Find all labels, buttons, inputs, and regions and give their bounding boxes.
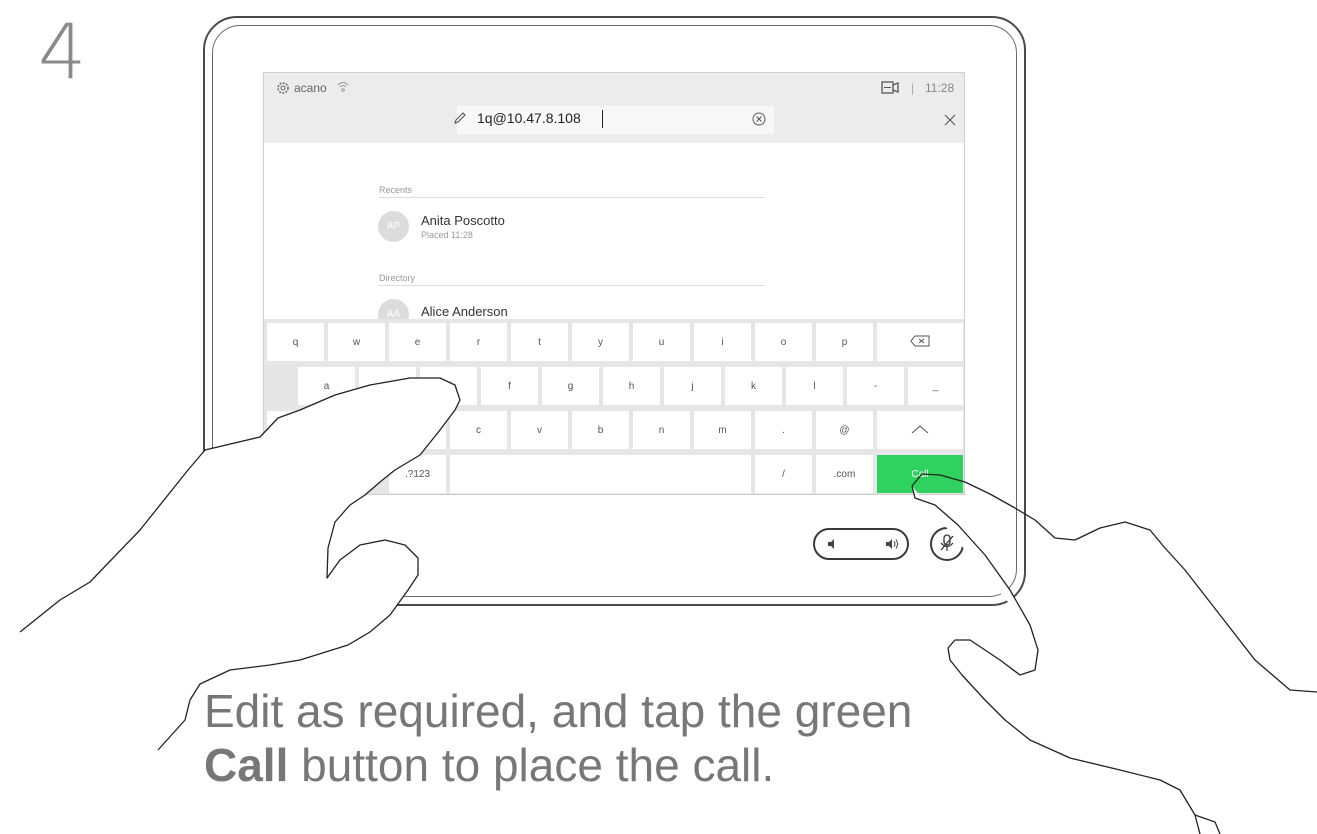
key-r[interactable]: r bbox=[450, 323, 507, 361]
contact-name: Anita Poscotto bbox=[421, 213, 505, 228]
clear-icon[interactable] bbox=[752, 112, 766, 131]
key-t[interactable]: t bbox=[511, 323, 568, 361]
dotcom-key[interactable]: .com bbox=[816, 455, 873, 493]
shift-icon bbox=[911, 424, 929, 437]
backspace-icon bbox=[910, 335, 930, 350]
key-o[interactable]: o bbox=[755, 323, 812, 361]
key-v[interactable]: v bbox=[511, 411, 568, 449]
key-slash[interactable]: / bbox=[755, 455, 812, 493]
key-x[interactable]: x bbox=[389, 411, 446, 449]
key-g[interactable]: g bbox=[542, 367, 599, 405]
volume-control[interactable] bbox=[813, 528, 909, 560]
key-b[interactable]: b bbox=[572, 411, 629, 449]
contact-detail: Placed 11:28 bbox=[421, 230, 473, 240]
results-list: Recents AP Anita Poscotto Placed 11:28 D… bbox=[264, 143, 964, 330]
backspace-key[interactable] bbox=[877, 323, 963, 361]
key-q[interactable]: q bbox=[267, 323, 324, 361]
key-p[interactable]: p bbox=[816, 323, 873, 361]
avatar: AP bbox=[378, 211, 409, 242]
gear-icon[interactable] bbox=[276, 81, 290, 100]
key-a[interactable]: a bbox=[298, 367, 355, 405]
key-m[interactable]: m bbox=[694, 411, 751, 449]
key-at[interactable]: @ bbox=[816, 411, 873, 449]
close-icon[interactable] bbox=[944, 113, 956, 131]
shift-key-left[interactable] bbox=[267, 411, 324, 449]
call-button[interactable]: Call bbox=[877, 455, 963, 493]
directory-label: Directory bbox=[379, 273, 416, 283]
divider bbox=[379, 197, 765, 198]
volume-down-icon[interactable] bbox=[827, 538, 839, 553]
key-dash[interactable]: - bbox=[847, 367, 904, 405]
caption-line-2-rest: button to place the call. bbox=[288, 739, 775, 791]
caption-line-1: Edit as required, and tap the green bbox=[204, 685, 913, 737]
system-name: acano bbox=[294, 81, 327, 95]
numbers-key[interactable]: .?123 bbox=[389, 455, 446, 493]
key-period[interactable]: . bbox=[755, 411, 812, 449]
key-j[interactable]: j bbox=[664, 367, 721, 405]
key-s[interactable]: s bbox=[359, 367, 416, 405]
on-screen-keyboard: q w e r t y u i o p a s d f g h j k l - … bbox=[264, 319, 964, 494]
key-y[interactable]: y bbox=[572, 323, 629, 361]
step-number: 4 bbox=[38, 7, 87, 96]
key-underscore[interactable]: _ bbox=[908, 367, 963, 405]
text-caret bbox=[602, 110, 603, 128]
key-i[interactable]: i bbox=[694, 323, 751, 361]
top-bar: acano | 11:28 1q@10.47.8.108 bbox=[264, 73, 964, 143]
shift-key-right[interactable] bbox=[877, 411, 963, 449]
key-f[interactable]: f bbox=[481, 367, 538, 405]
contact-name: Alice Anderson bbox=[421, 304, 508, 319]
divider bbox=[379, 285, 765, 286]
key-h[interactable]: h bbox=[603, 367, 660, 405]
touch-screen: acano | 11:28 1q@10.47.8.108 Recents AP … bbox=[263, 72, 965, 495]
space-key[interactable] bbox=[450, 455, 751, 493]
volume-up-icon[interactable] bbox=[885, 538, 899, 553]
wifi-icon bbox=[337, 80, 349, 99]
key-c[interactable]: c bbox=[450, 411, 507, 449]
mute-button[interactable] bbox=[930, 527, 964, 561]
time-separator: | bbox=[911, 81, 915, 95]
key-d[interactable]: d bbox=[420, 367, 477, 405]
caption-call-word: Call bbox=[204, 739, 289, 791]
key-n[interactable]: n bbox=[633, 411, 690, 449]
caption-line-2: Call button to place the call. bbox=[204, 738, 912, 792]
key-u[interactable]: u bbox=[633, 323, 690, 361]
search-value: 1q@10.47.8.108 bbox=[477, 110, 581, 126]
key-w[interactable]: w bbox=[328, 323, 385, 361]
key-k[interactable]: k bbox=[725, 367, 782, 405]
recents-label: Recents bbox=[379, 185, 413, 195]
key-l[interactable]: l bbox=[786, 367, 843, 405]
list-item[interactable]: AP Anita Poscotto Placed 11:28 bbox=[378, 205, 766, 245]
camera-status-icon bbox=[881, 81, 899, 99]
shift-icon bbox=[287, 424, 305, 437]
mute-icon bbox=[939, 533, 955, 555]
instruction-caption: Edit as required, and tap the green Call… bbox=[204, 684, 912, 792]
clock: 11:28 bbox=[925, 81, 955, 95]
pencil-icon bbox=[453, 111, 467, 130]
key-e[interactable]: e bbox=[389, 323, 446, 361]
